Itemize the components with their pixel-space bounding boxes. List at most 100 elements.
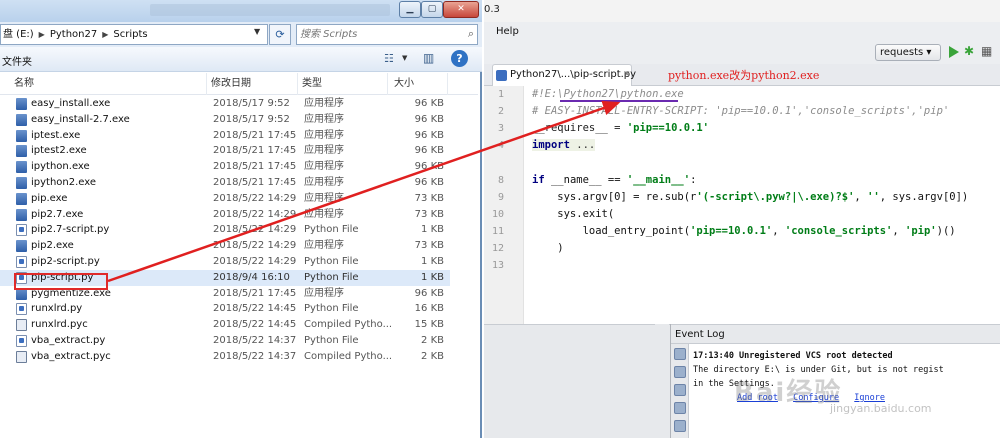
file-row[interactable]: ipython.exe 2018/5/21 17:45 应用程序 96 KB	[0, 159, 450, 175]
chevron-right-icon[interactable]: ▶	[36, 25, 48, 44]
minimize-button[interactable]: ▁	[399, 1, 421, 18]
address-segment-drive[interactable]: 盘 (E:)	[1, 25, 36, 44]
line-number: 13	[491, 260, 504, 271]
close-icon[interactable]: ✕	[623, 65, 631, 85]
file-name: pip2.7.exe	[31, 208, 84, 220]
compiled-python-file-icon	[16, 350, 27, 363]
file-size: 1 KB	[421, 271, 444, 283]
file-row[interactable]: vba_extract.py 2018/5/22 14:37 Python File…	[0, 333, 450, 349]
code-line-2: # EASY-INSTALL-ENTRY-SCRIPT: 'pip==10.0.…	[532, 103, 949, 120]
file-date: 2018/5/21 17:45	[213, 287, 297, 299]
chevron-down-icon[interactable]: ▼	[254, 27, 260, 36]
editor-tabbar: Python27\...\pip-script.py ✕ python.exe改…	[484, 64, 1000, 86]
command-bar: 文件夹 ☷ ▼ ▥ ?	[0, 47, 482, 72]
address-segment-scripts[interactable]: Scripts	[111, 25, 149, 44]
column-date[interactable]: 修改日期	[207, 73, 298, 95]
screen: ▁ ▢ ✕ 盘 (E:)▶Python27▶Scripts ▼ ⟳ ⌕ 文件夹 …	[0, 0, 1000, 438]
ide-titlebar: 0.3	[484, 0, 1000, 22]
file-row[interactable]: pip2.7.exe 2018/5/22 14:29 应用程序 73 KB	[0, 207, 450, 223]
file-type: 应用程序	[304, 161, 344, 173]
tab-pip-script[interactable]: Python27\...\pip-script.py ✕	[492, 64, 636, 86]
refresh-button[interactable]: ⟳	[269, 24, 291, 45]
file-row[interactable]: runxlrd.py 2018/5/22 14:45 Python File 16 K…	[0, 301, 450, 317]
menu-help[interactable]: Help	[496, 26, 519, 37]
chevron-right-icon[interactable]: ▶	[99, 25, 111, 44]
soft-wrap-icon[interactable]	[674, 384, 686, 396]
file-date: 2018/5/22 14:29	[213, 240, 297, 252]
event-log-line: 17:13:40 Unregistered VCS root detected	[693, 349, 998, 363]
column-size[interactable]: 大小	[388, 73, 448, 95]
code-string: 'pip==10.0.1'	[626, 122, 710, 134]
clear-log-icon[interactable]	[674, 402, 686, 414]
toolbar-more-icon[interactable]: ▦	[981, 44, 992, 58]
file-size: 73 KB	[414, 192, 444, 204]
debug-icon[interactable]: ✱	[964, 44, 974, 58]
file-row[interactable]: pip.exe 2018/5/22 14:29 应用程序 73 KB	[0, 191, 450, 207]
code-string: '__main__'	[626, 174, 691, 186]
ide-menubar: Help	[484, 22, 1000, 42]
scrollbar[interactable]	[655, 324, 669, 438]
code-token: )	[532, 242, 564, 254]
file-row[interactable]: pip2.exe 2018/5/22 14:29 应用程序 73 KB	[0, 238, 450, 254]
column-type[interactable]: 类型	[298, 73, 388, 95]
file-row[interactable]: vba_extract.pyc 2018/5/22 14:37 Compiled P…	[0, 349, 450, 365]
file-name: easy_install-2.7.exe	[31, 113, 130, 125]
search-box[interactable]: ⌕	[296, 24, 478, 45]
run-configuration-dropdown[interactable]: requests ▾	[875, 44, 941, 61]
line-number: 2	[497, 106, 504, 117]
help-icon[interactable]: ?	[451, 50, 468, 67]
file-type: 应用程序	[304, 287, 344, 299]
code-token: ,	[854, 191, 868, 203]
exe-file-icon	[16, 145, 27, 158]
file-row[interactable]: easy_install-2.7.exe 2018/5/17 9:52 应用程序 96…	[0, 112, 450, 128]
file-size: 96 KB	[414, 287, 444, 299]
file-row[interactable]: iptest.exe 2018/5/21 17:45 应用程序 96 KB	[0, 128, 450, 144]
file-type: Python File	[304, 224, 359, 236]
folded-code[interactable]: ...	[570, 139, 595, 151]
file-row[interactable]: pip2.7-script.py 2018/5/22 14:29 Python Fi…	[0, 222, 450, 238]
run-icon[interactable]	[949, 46, 959, 58]
file-type: 应用程序	[304, 192, 344, 204]
file-row[interactable]: easy_install.exe 2018/5/17 9:52 应用程序 96 KB	[0, 96, 450, 112]
search-icon[interactable]: ⌕	[468, 27, 474, 41]
file-type: 应用程序	[304, 240, 344, 252]
file-row[interactable]: pip2-script.py 2018/5/22 14:29 Python File…	[0, 254, 450, 270]
folder-menu-label[interactable]: 文件夹	[2, 53, 32, 68]
watermark-url: jingyan.baidu.com	[830, 402, 932, 415]
address-bar[interactable]: 盘 (E:) ▶ Python27 ▶ Scripts	[0, 24, 268, 45]
close-button[interactable]: ✕	[443, 1, 479, 18]
scroll-end-icon[interactable]	[674, 366, 686, 378]
lower-left-panel	[484, 324, 670, 438]
file-name: runxlrd.pyc	[31, 319, 88, 331]
address-segment-python27[interactable]: Python27	[48, 25, 99, 44]
file-size: 96 KB	[414, 161, 444, 173]
code-token: )()	[936, 225, 956, 237]
code-token: :	[690, 174, 697, 186]
code-token: __name__ ==	[544, 174, 627, 186]
preview-pane-icon[interactable]: ▥	[423, 51, 434, 65]
file-row[interactable]: ipython2.exe 2018/5/21 17:45 应用程序 96 KB	[0, 175, 450, 191]
search-input[interactable]	[300, 25, 460, 43]
file-date: 2018/5/22 14:29	[213, 208, 297, 220]
chevron-down-icon[interactable]: ▼	[402, 54, 407, 62]
maximize-button[interactable]: ▢	[421, 1, 443, 18]
code-line-8: if __name__ == '__main__':	[532, 172, 696, 189]
settings-icon[interactable]	[674, 348, 686, 360]
column-name[interactable]: 名称	[0, 73, 207, 95]
code-keyword: if	[532, 174, 545, 186]
exe-file-icon	[16, 98, 27, 110]
mark-read-icon[interactable]	[674, 420, 686, 432]
event-log-title[interactable]: Event Log	[671, 325, 1000, 344]
file-row[interactable]: iptest2.exe 2018/5/21 17:45 应用程序 96 KB	[0, 143, 450, 159]
file-name: iptest2.exe	[31, 145, 87, 157]
file-row[interactable]: runxlrd.pyc 2018/5/22 14:45 Compiled Pytho…	[0, 317, 450, 333]
file-size: 73 KB	[414, 240, 444, 252]
code-editor[interactable]: 1 2 3 4 8 9 10 11 12 13 #!E:\Python27\py…	[484, 86, 1000, 324]
view-options-icon[interactable]: ☷	[384, 52, 394, 65]
file-date: 2018/5/22 14:45	[213, 319, 297, 331]
code-string: 'pip==10.0.1'	[690, 225, 773, 237]
file-type: 应用程序	[304, 129, 344, 141]
exe-file-icon	[16, 129, 27, 142]
exe-file-icon	[16, 176, 27, 189]
file-name: vba_extract.pyc	[31, 350, 111, 362]
